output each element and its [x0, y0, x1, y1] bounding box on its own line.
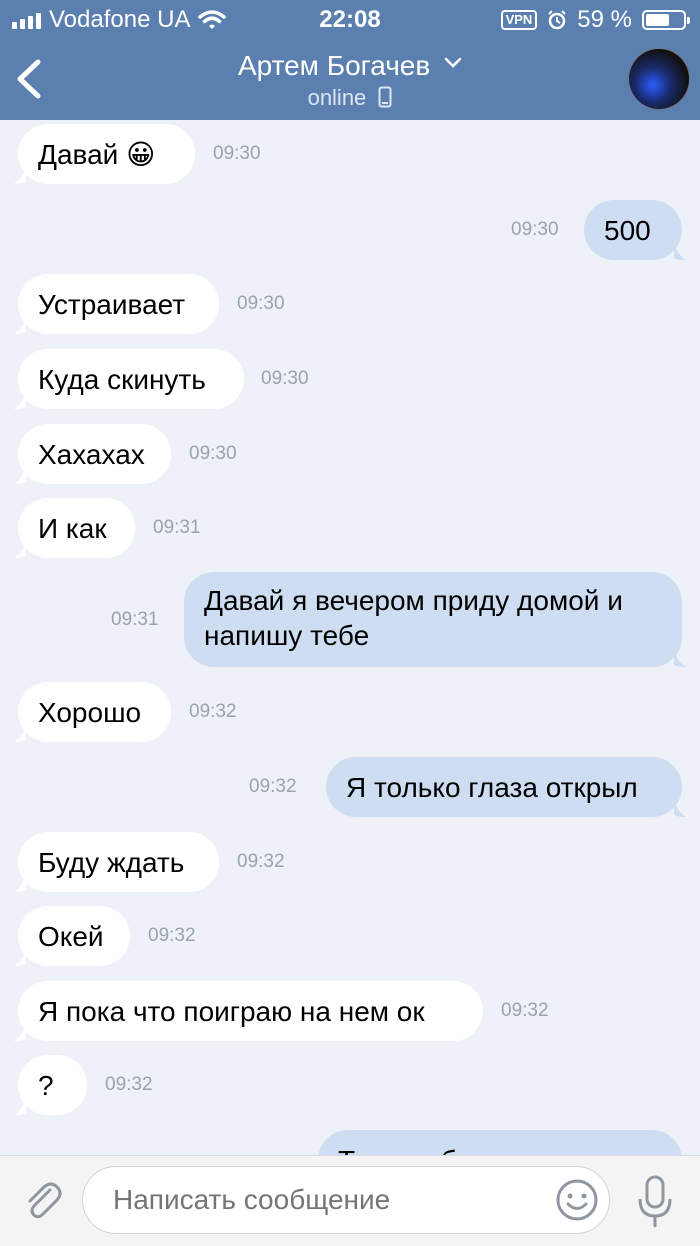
message-text: Так а тебе же твое тел [318, 1130, 682, 1155]
message-text: 500 [584, 200, 682, 260]
composer [0, 1155, 700, 1246]
message-time: 09:30 [511, 219, 559, 240]
message-time: 09:30 [237, 293, 285, 314]
message-time: 09:31 [153, 517, 201, 538]
message-text: Окей [18, 906, 130, 966]
status-bar: Vodafone UA 22:08 VPN 59 % [0, 0, 700, 40]
message-text: Давай 😀 [18, 124, 195, 184]
message-input[interactable] [82, 1166, 610, 1234]
smiley-icon[interactable] [554, 1177, 600, 1223]
battery-icon [642, 10, 690, 30]
message-text: Устраивает [18, 274, 219, 334]
chat-title-block[interactable]: Артем Богачев online [0, 48, 700, 112]
vpn-badge: VPN [500, 10, 538, 30]
message-time: 09:32 [105, 1074, 153, 1095]
message-text: Давай я вечером приду домой и напишу теб… [184, 572, 682, 667]
message-text: Куда скинуть [18, 349, 244, 409]
mobile-phone-icon [378, 86, 392, 108]
message-text: Буду ждать [18, 832, 219, 892]
microphone-icon[interactable] [635, 1174, 675, 1230]
chevron-down-icon [444, 57, 462, 68]
message-text: Хахахах [18, 424, 171, 484]
message-time: 09:32 [501, 1000, 549, 1021]
avatar[interactable] [628, 48, 690, 110]
message-text: Я только глаза открыл [326, 757, 682, 817]
message-time: 09:30 [189, 443, 237, 464]
message-time: 09:32 [237, 851, 285, 872]
message-time: 09:30 [261, 368, 309, 389]
message-time: 09:32 [148, 925, 196, 946]
paperclip-icon[interactable] [20, 1178, 66, 1224]
message-time: 09:32 [189, 701, 237, 722]
message-time: 09:30 [213, 143, 261, 164]
message-time: 09:31 [111, 608, 159, 630]
message-text: Я пока что поиграю на нем ок [18, 981, 483, 1041]
message-text: ? [18, 1055, 87, 1115]
message-text: И как [18, 498, 135, 558]
message-text: Хорошо [18, 682, 171, 742]
battery-percent: 59 % [577, 6, 632, 33]
message-time: 09:32 [249, 776, 297, 797]
header: Vodafone UA 22:08 VPN 59 % Артем Богачев [0, 0, 700, 120]
alarm-icon [548, 10, 567, 30]
contact-name: Артем Богачев [237, 50, 431, 81]
message-list[interactable]: Давай 😀 09:30 500 09:30 Устраивает 09:30 Куда … [0, 120, 700, 1155]
online-status: online [307, 85, 367, 110]
